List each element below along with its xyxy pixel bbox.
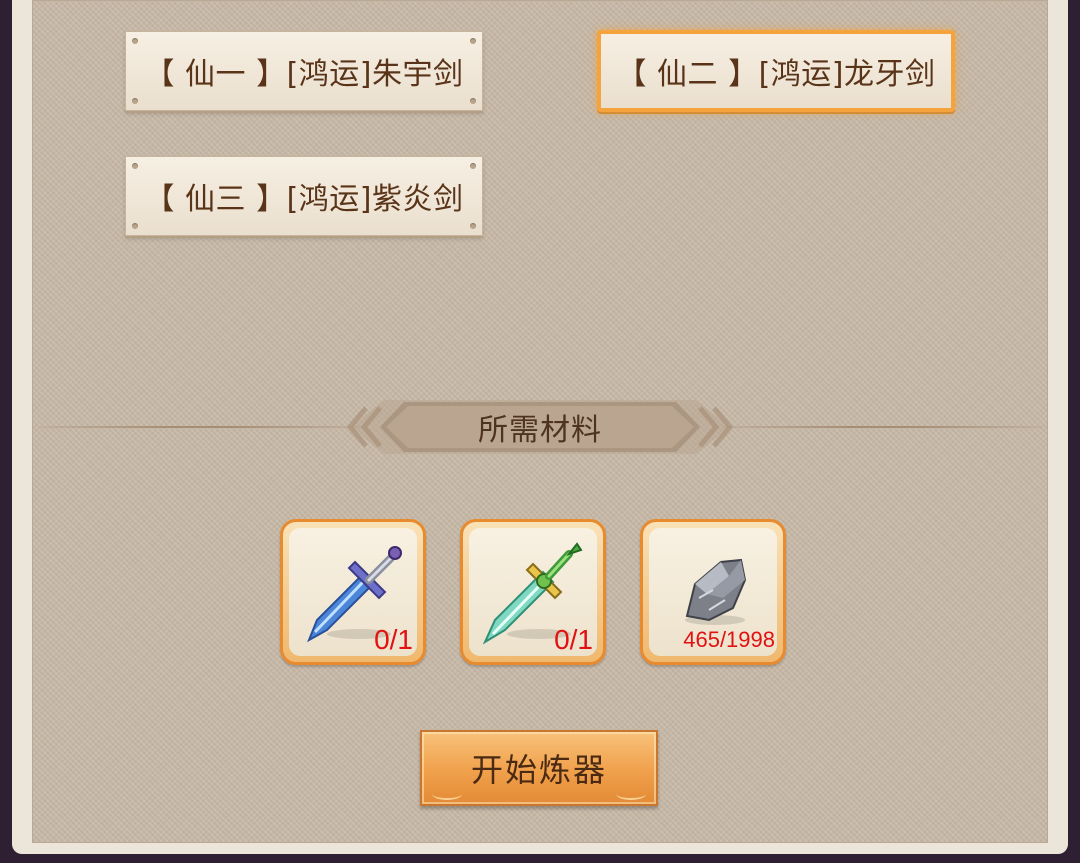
materials-banner: 所需材料 — [344, 396, 736, 458]
start-forging-label: 开始炼器 — [470, 751, 607, 789]
recipe-option-3[interactable]: 【 仙三 】[鸿运]紫炎剑 — [125, 156, 483, 236]
material-slot-blue-sword[interactable]: 0/1 — [280, 519, 426, 665]
flourish-ornament — [616, 788, 646, 800]
bolt-icon — [132, 38, 138, 44]
bolt-icon — [470, 98, 476, 104]
bolt-icon — [470, 223, 476, 229]
material-count: 0/1 — [374, 624, 413, 655]
bolt-icon — [470, 38, 476, 44]
divider-left — [40, 426, 360, 428]
bolt-icon — [132, 98, 138, 104]
material-slot-ore[interactable]: 465/1998 — [640, 519, 786, 665]
recipe-option-2[interactable]: 【 仙二 】[鸿运]龙牙剑 — [597, 30, 955, 112]
recipe-option-label: 【 仙二 】[鸿运]龙牙剑 — [616, 57, 936, 92]
material-count: 0/1 — [554, 624, 593, 655]
bolt-icon — [132, 163, 138, 169]
flourish-ornament — [432, 788, 462, 800]
materials-title: 所需材料 — [478, 413, 602, 448]
recipe-option-label: 【 仙三 】[鸿运]紫炎剑 — [144, 182, 464, 217]
recipe-option-1[interactable]: 【 仙一 】[鸿运]朱宇剑 — [125, 31, 483, 111]
bolt-icon — [132, 223, 138, 229]
start-forging-button[interactable]: 开始炼器 — [420, 730, 658, 806]
material-slot-jade-sword[interactable]: 0/1 — [460, 519, 606, 665]
recipe-option-label: 【 仙一 】[鸿运]朱宇剑 — [144, 57, 464, 92]
divider-right — [722, 426, 1042, 428]
bolt-icon — [470, 163, 476, 169]
material-count: 465/1998 — [683, 627, 775, 652]
